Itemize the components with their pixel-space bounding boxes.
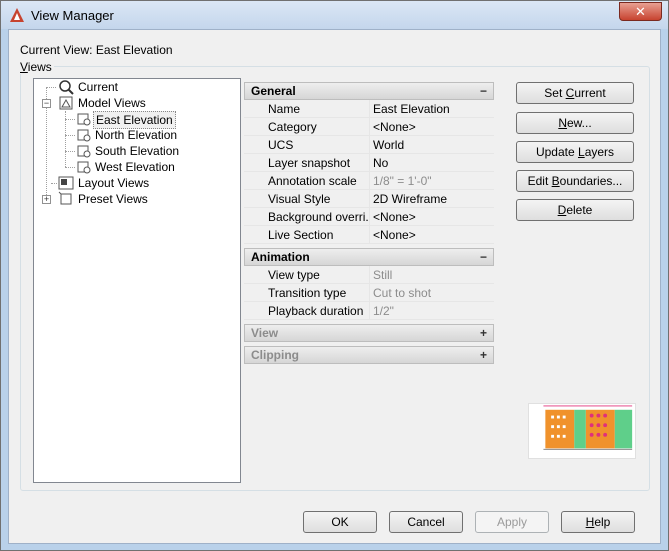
tree-connector: [46, 87, 56, 88]
prop-row-layer-snapshot[interactable]: Layer snapshot No: [244, 154, 494, 172]
update-layers-button[interactable]: Update Layers: [516, 141, 634, 163]
layout-views-icon: [58, 176, 74, 190]
prop-row-background-override[interactable]: Background overri... <None>: [244, 208, 494, 226]
apply-button[interactable]: Apply: [475, 511, 549, 533]
tree-connector: [65, 135, 75, 136]
prop-row-annotation-scale: Annotation scale 1/8" = 1'-0": [244, 172, 494, 190]
preset-views-icon: [58, 191, 72, 205]
window-title: View Manager: [31, 8, 114, 23]
view-manager-window: View Manager ✕ Current View: East Elevat…: [0, 0, 669, 551]
prop-row-transition-type: Transition type Cut to shot: [244, 284, 494, 302]
autocad-app-icon: [10, 8, 24, 22]
new-view-button[interactable]: New...: [516, 112, 634, 134]
prop-row-category[interactable]: Category <None>: [244, 118, 494, 136]
view-camera-icon: [77, 129, 91, 142]
edit-boundaries-button[interactable]: Edit Boundaries...: [516, 170, 634, 192]
dialog-client-area: Current View: East Elevation Views Curre…: [8, 29, 661, 544]
section-clipping[interactable]: Clipping +: [244, 346, 494, 364]
prop-row-playback-duration: Playback duration 1/2": [244, 302, 494, 320]
prop-row-name[interactable]: Name East Elevation: [244, 100, 494, 118]
model-views-icon: [59, 96, 73, 110]
cancel-button[interactable]: Cancel: [389, 511, 463, 533]
expand-icon[interactable]: +: [480, 325, 487, 341]
view-camera-icon: [77, 113, 91, 126]
section-animation[interactable]: Animation −: [244, 248, 494, 266]
ok-button[interactable]: OK: [303, 511, 377, 533]
section-view[interactable]: View +: [244, 324, 494, 342]
title-bar[interactable]: View Manager ✕: [1, 1, 668, 29]
tree-connector: [65, 119, 75, 120]
tree-connector: [65, 167, 75, 168]
prop-row-ucs[interactable]: UCS World: [244, 136, 494, 154]
section-general[interactable]: General −: [244, 82, 494, 100]
view-camera-icon: [77, 161, 91, 174]
tree-collapse-model-views[interactable]: −: [42, 99, 51, 108]
current-view-value: East Elevation: [95, 43, 173, 57]
prop-row-view-type: View type Still: [244, 266, 494, 284]
close-button[interactable]: ✕: [619, 2, 662, 21]
help-button[interactable]: Help: [561, 511, 635, 533]
prop-row-visual-style[interactable]: Visual Style 2D Wireframe: [244, 190, 494, 208]
views-tree[interactable]: Current − Model Views East Elevation Nor…: [33, 78, 241, 483]
set-current-button[interactable]: Set Current: [516, 82, 634, 104]
collapse-icon[interactable]: −: [480, 83, 487, 99]
magnifier-icon: [59, 80, 74, 95]
collapse-icon[interactable]: −: [480, 249, 487, 265]
views-group-label: Views: [18, 60, 54, 74]
tree-expand-preset-views[interactable]: +: [42, 195, 51, 204]
delete-button[interactable]: Delete: [516, 199, 634, 221]
prop-row-live-section[interactable]: Live Section <None>: [244, 226, 494, 244]
view-camera-icon: [77, 145, 91, 158]
tree-connector: [65, 151, 75, 152]
current-view-label: Current View: East Elevation: [20, 43, 173, 57]
view-preview-thumbnail: [528, 403, 636, 459]
expand-icon[interactable]: +: [480, 347, 487, 363]
tree-connector: [51, 183, 57, 184]
